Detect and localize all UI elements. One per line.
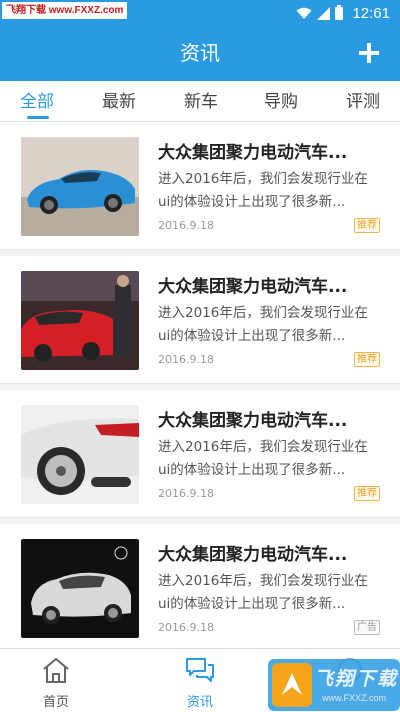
- summary-line: 进入2016年后，我们会发现行业在: [158, 171, 368, 187]
- article-title: 大众集团聚力电动汽车...: [158, 143, 348, 163]
- nav-home[interactable]: 首页: [6, 649, 106, 712]
- tab-latest[interactable]: 最新: [102, 81, 136, 121]
- thumbnail-image: [21, 405, 139, 504]
- list-item[interactable]: 大众集团聚力电动汽车... 进入2016年后，我们会发现行业在 ui的体验设计上…: [0, 524, 400, 648]
- recommend-badge: 推荐: [354, 352, 380, 367]
- ad-badge: 广告: [354, 620, 380, 635]
- article-title: 大众集团聚力电动汽车...: [158, 277, 348, 297]
- article-title: 大众集团聚力电动汽车...: [158, 411, 348, 431]
- summary-line: ui的体验设计上出现了很多新...: [158, 328, 346, 344]
- article-summary: 进入2016年后，我们会发现行业在 ui的体验设计上出现了很多新...: [158, 570, 373, 616]
- nav-label: 资讯: [186, 695, 213, 710]
- thumbnail-image: [21, 137, 139, 236]
- plus-icon: [359, 43, 379, 63]
- chat-bubbles-icon: [186, 658, 214, 682]
- article-date: 2016.9.18: [158, 487, 214, 500]
- clock: 12:61: [352, 4, 390, 22]
- thumbnail-image: [21, 539, 139, 638]
- status-bar: 飞翔下载 www.FXXZ.com 12:61: [0, 0, 400, 26]
- summary-line: 进入2016年后，我们会发现行业在: [158, 305, 368, 321]
- summary-line: ui的体验设计上出现了很多新...: [158, 596, 346, 612]
- watermark-label: 飞翔下载 www.FXXZ.com: [2, 2, 128, 19]
- article-summary: 进入2016年后，我们会发现行业在 ui的体验设计上出现了很多新...: [158, 168, 373, 214]
- tab-guide[interactable]: 导购: [264, 81, 298, 121]
- title-bar: 资讯: [0, 26, 400, 81]
- page-title: 资讯: [180, 41, 220, 65]
- category-tabs: 全部 最新 新车 导购 评测: [0, 81, 400, 122]
- watermark-text: 飞翔下载: [314, 668, 399, 690]
- wifi-icon: [296, 7, 312, 19]
- article-summary: 进入2016年后，我们会发现行业在 ui的体验设计上出现了很多新...: [158, 436, 373, 482]
- recommend-badge: 推荐: [354, 486, 380, 501]
- summary-line: ui的体验设计上出现了很多新...: [158, 194, 346, 210]
- status-icons: 12:61: [296, 4, 390, 22]
- nav-label: 首页: [42, 695, 69, 710]
- nav-news[interactable]: 资讯: [150, 649, 250, 712]
- summary-line: 进入2016年后，我们会发现行业在: [158, 439, 368, 455]
- article-date: 2016.9.18: [158, 621, 214, 634]
- add-button[interactable]: [356, 40, 382, 66]
- signal-icon: [317, 6, 331, 20]
- tab-new-car[interactable]: 新车: [184, 81, 218, 121]
- list-item[interactable]: 大众集团聚力电动汽车... 进入2016年后，我们会发现行业在 ui的体验设计上…: [0, 122, 400, 250]
- summary-line: 进入2016年后，我们会发现行业在: [158, 573, 368, 589]
- article-list: 大众集团聚力电动汽车... 进入2016年后，我们会发现行业在 ui的体验设计上…: [0, 122, 400, 648]
- thumbnail-image: [21, 271, 139, 370]
- battery-icon: [335, 4, 344, 20]
- tab-review[interactable]: 评测: [346, 81, 380, 121]
- article-date: 2016.9.18: [158, 219, 214, 232]
- article-title: 大众集团聚力电动汽车...: [158, 545, 348, 565]
- summary-line: ui的体验设计上出现了很多新...: [158, 462, 346, 478]
- article-date: 2016.9.18: [158, 353, 214, 366]
- home-icon: [43, 658, 69, 683]
- article-summary: 进入2016年后，我们会发现行业在 ui的体验设计上出现了很多新...: [158, 302, 373, 348]
- watermark-url: www.FXXZ.com: [322, 693, 387, 703]
- recommend-badge: 推荐: [354, 218, 380, 233]
- list-item[interactable]: 大众集团聚力电动汽车... 进入2016年后，我们会发现行业在 ui的体验设计上…: [0, 390, 400, 518]
- tab-all[interactable]: 全部: [20, 81, 54, 121]
- tab-indicator: [27, 116, 49, 119]
- list-item[interactable]: 大众集团聚力电动汽车... 进入2016年后，我们会发现行业在 ui的体验设计上…: [0, 256, 400, 384]
